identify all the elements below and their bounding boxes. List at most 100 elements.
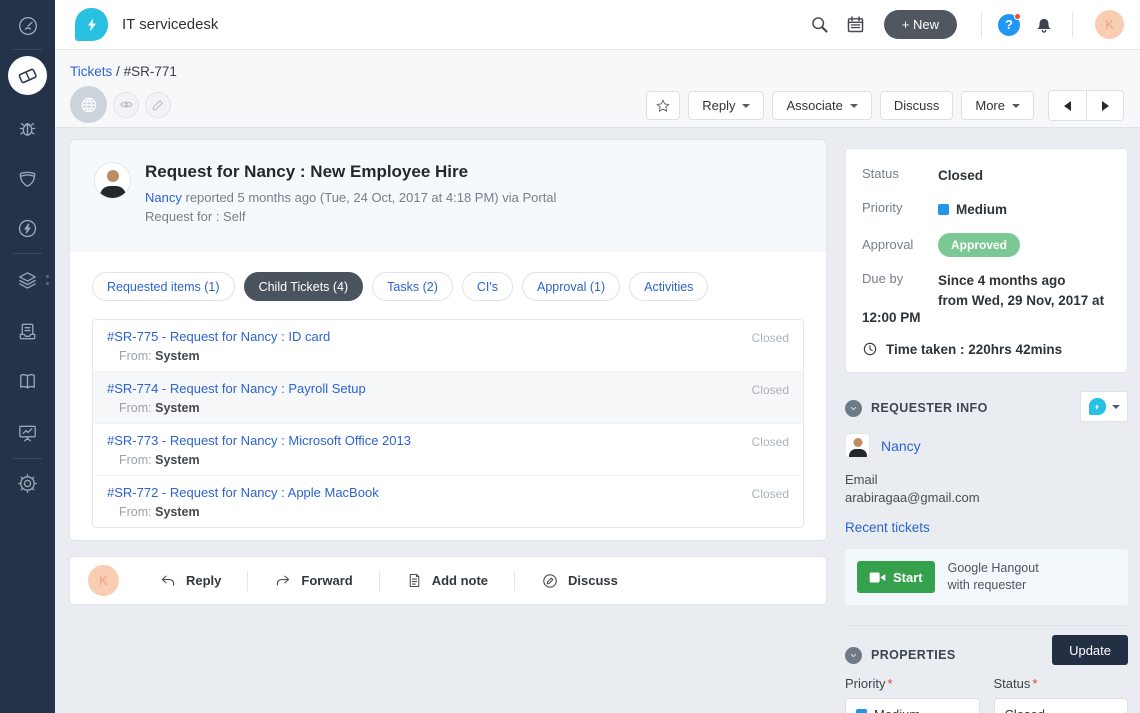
priority-select[interactable]: Medium <box>845 698 980 713</box>
status-value: Closed <box>938 166 983 186</box>
child-ticket-link[interactable]: #SR-774 - Request for Nancy : Payroll Se… <box>107 380 366 398</box>
changes-shield-icon[interactable] <box>0 167 55 190</box>
child-ticket-link[interactable]: #SR-775 - Request for Nancy : ID card <box>107 328 330 346</box>
due-by-time: 12:00 PM <box>862 310 1111 325</box>
priority-row: Priority Medium <box>862 200 1111 220</box>
drag-dots-icon <box>46 275 49 285</box>
priority-color-icon <box>856 709 867 713</box>
child-ticket-from: From: System <box>119 504 379 520</box>
bell-icon[interactable] <box>1026 7 1062 43</box>
source-app-dropdown[interactable] <box>1080 391 1128 422</box>
top-header: IT servicedesk + New ? K <box>55 0 1140 50</box>
start-hangout-button[interactable]: Start <box>857 561 935 593</box>
request-for-line: Request for : Self <box>145 208 556 227</box>
video-camera-icon <box>869 571 886 584</box>
recent-tickets-link[interactable]: Recent tickets <box>845 520 930 535</box>
ticket-reported-line: Nancy reported 5 months ago (Tue, 24 Oct… <box>145 189 556 208</box>
admin-gear-icon[interactable] <box>0 472 55 495</box>
requester-info-header: REQUESTER INFO <box>845 393 1128 423</box>
requester-name-link[interactable]: Nancy <box>145 190 182 205</box>
forward-button[interactable]: Forward <box>248 572 378 590</box>
header-divider <box>1072 12 1073 38</box>
collapse-chevron-icon[interactable] <box>845 400 862 417</box>
update-button[interactable]: Update <box>1052 635 1128 665</box>
status-badge: Closed <box>752 432 789 449</box>
arrow-right-icon <box>1102 101 1109 111</box>
ticket-toolbar: Reply Associate Discuss More <box>646 90 1124 121</box>
more-dropdown-button[interactable]: More <box>961 91 1034 120</box>
new-button[interactable]: + New <box>884 10 957 39</box>
forward-icon <box>274 572 292 590</box>
hangout-label: Google Hangout with requester <box>948 560 1039 594</box>
app-title: IT servicedesk <box>122 16 218 33</box>
freshservice-logo-icon[interactable] <box>75 8 108 41</box>
chevron-down-icon <box>850 104 858 108</box>
breadcrumb-tickets-link[interactable]: Tickets <box>70 64 112 79</box>
star-button[interactable] <box>646 91 680 120</box>
child-ticket-row: #SR-774 - Request for Nancy : Payroll Se… <box>93 371 803 423</box>
dashboard-icon[interactable] <box>0 14 55 38</box>
purchase-doc-icon[interactable] <box>0 320 55 343</box>
requester-name-row: Nancy <box>845 433 1128 458</box>
tickets-icon[interactable] <box>8 56 47 95</box>
chevron-down-icon <box>1112 405 1120 409</box>
status-field: Status* Closed <box>994 676 1129 713</box>
ticket-title: Request for Nancy : New Employee Hire <box>145 162 556 182</box>
status-row: Status Closed <box>862 166 1111 186</box>
watch-eye-icon[interactable] <box>113 92 139 118</box>
chevron-down-icon <box>1012 104 1020 108</box>
discuss-button[interactable]: Discuss <box>515 572 644 590</box>
breadcrumb-separator: / <box>116 64 120 79</box>
calendar-icon[interactable] <box>838 7 874 43</box>
releases-icon[interactable] <box>0 217 55 240</box>
sidebar-divider <box>13 49 42 50</box>
note-icon <box>406 572 423 589</box>
reply-button[interactable]: Reply <box>159 572 247 590</box>
search-icon[interactable] <box>802 7 838 43</box>
tab-approval[interactable]: Approval (1) <box>522 272 620 301</box>
tab-tasks[interactable]: Tasks (2) <box>372 272 453 301</box>
help-icon[interactable]: ? <box>992 8 1026 42</box>
tab-child-tickets[interactable]: Child Tickets (4) <box>244 272 364 301</box>
requester-avatar <box>94 162 131 199</box>
problems-bug-icon[interactable] <box>0 117 55 140</box>
due-by-value: Since 4 months ago from Wed, 29 Nov, 201… <box>938 271 1104 310</box>
discuss-button[interactable]: Discuss <box>880 91 954 120</box>
status-select[interactable]: Closed <box>994 698 1129 713</box>
tab-requested-items[interactable]: Requested items (1) <box>92 272 235 301</box>
child-ticket-from: From: System <box>119 452 411 468</box>
child-ticket-link[interactable]: #SR-772 - Request for Nancy : Apple MacB… <box>107 484 379 502</box>
solutions-book-icon[interactable] <box>0 370 55 393</box>
edit-pencil-icon[interactable] <box>145 92 171 118</box>
discuss-icon <box>541 572 559 590</box>
collapse-chevron-icon[interactable] <box>845 647 862 664</box>
child-ticket-link[interactable]: #SR-773 - Request for Nancy : Microsoft … <box>107 432 411 450</box>
properties-header: PROPERTIES Update <box>845 640 1128 670</box>
tab-activities[interactable]: Activities <box>629 272 708 301</box>
status-badge: Closed <box>752 328 789 345</box>
breadcrumb-zone: Tickets / #SR-771 Reply Associate <box>55 50 1140 128</box>
next-ticket-button[interactable] <box>1086 91 1123 120</box>
requester-avatar <box>845 433 870 458</box>
child-ticket-from: From: System <box>119 348 330 364</box>
priority-color-icon <box>938 204 949 215</box>
requester-name-link[interactable]: Nancy <box>881 438 921 454</box>
previous-ticket-button[interactable] <box>1049 91 1086 120</box>
add-note-button[interactable]: Add note <box>380 572 514 589</box>
ticket-pager <box>1048 90 1124 121</box>
approval-row: Approval Approved <box>862 233 1111 257</box>
ticket-summary-card: Status Closed Priority Medium Approval A… <box>845 148 1128 373</box>
associate-dropdown-button[interactable]: Associate <box>772 91 871 120</box>
reply-dropdown-button[interactable]: Reply <box>688 91 764 120</box>
globe-icon[interactable] <box>70 86 107 123</box>
reports-icon[interactable] <box>0 421 55 444</box>
user-avatar: K <box>88 565 119 596</box>
required-mark: * <box>1032 676 1037 691</box>
right-panel: Status Closed Priority Medium Approval A… <box>845 140 1128 713</box>
tab-cis[interactable]: CI's <box>462 272 513 301</box>
child-ticket-from: From: System <box>119 400 366 416</box>
header-actions: + New ? K <box>802 7 1140 43</box>
user-avatar[interactable]: K <box>1095 10 1124 39</box>
required-mark: * <box>887 676 892 691</box>
priority-value: Medium <box>938 200 1007 220</box>
